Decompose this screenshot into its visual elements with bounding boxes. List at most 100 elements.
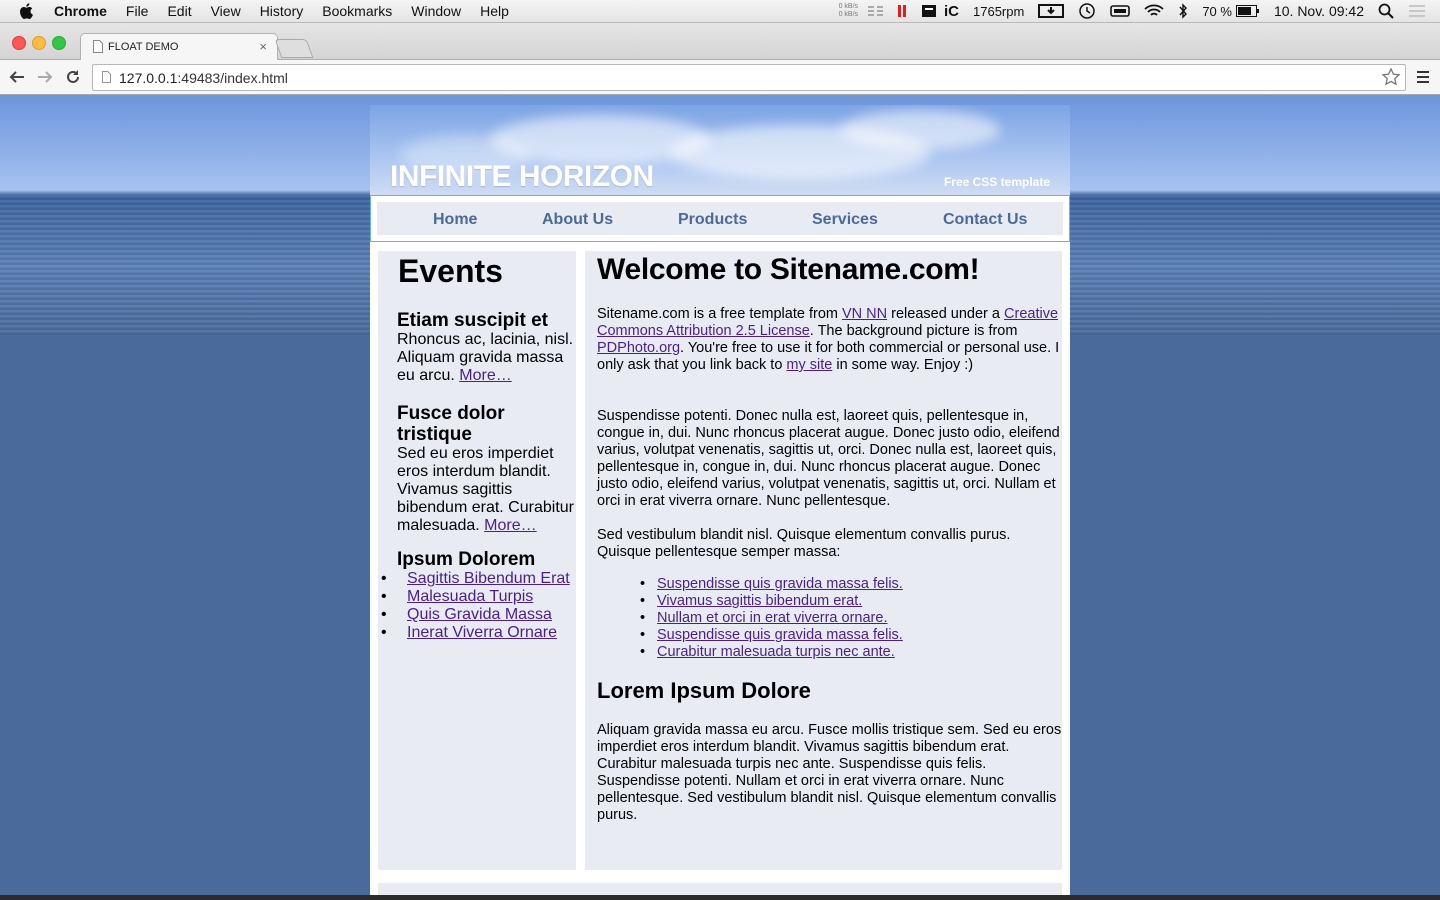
download-icon[interactable] xyxy=(1038,3,1065,19)
sidebar-link[interactable]: Malesuada Turpis xyxy=(407,588,533,605)
istat-icon[interactable]: iC xyxy=(922,3,959,20)
site-title: INFINITE HORIZON xyxy=(390,160,654,193)
sidebar-links: Sagittis Bibendum Erat Malesuada Turpis … xyxy=(381,570,577,642)
intro-paragraph: Sitename.com is a free template from VN … xyxy=(597,306,1062,374)
sidebar: Events Etiam suscipit et Rhoncus ac, lac… xyxy=(378,251,576,870)
list-item: Malesuada Turpis xyxy=(381,588,577,606)
list-item: Quis Gravida Massa xyxy=(381,606,577,624)
main-link-list: Suspendisse quis gravida massa felis. Vi… xyxy=(640,576,903,661)
window-bottom-edge xyxy=(0,895,1440,900)
status-area: 0 kB/s 0 kB/s iC 1765rpm 70 % 10. Nov. 0… xyxy=(839,0,1440,22)
menu-file[interactable]: File xyxy=(126,3,149,19)
menu-window[interactable]: Window xyxy=(411,3,461,19)
battery-percent[interactable]: 70 % xyxy=(1202,4,1232,19)
page-icon xyxy=(93,40,103,53)
more-link[interactable]: More… xyxy=(484,517,536,534)
menu-view[interactable]: View xyxy=(211,3,241,19)
content-link[interactable]: Curabitur malesuada turpis nec ante. xyxy=(657,644,895,660)
nav-home[interactable]: Home xyxy=(433,211,477,229)
sidebar-link[interactable]: Inerat Viverra Ornare xyxy=(407,624,557,641)
back-icon[interactable] xyxy=(7,67,27,87)
reload-icon[interactable] xyxy=(63,67,83,87)
chrome-menu-icon[interactable] xyxy=(1416,70,1430,84)
address-bar[interactable]: 127.0.0.1:49483/index.html xyxy=(92,64,1406,91)
notification-center-icon[interactable] xyxy=(1408,4,1426,18)
list-item: Vivamus sagittis bibendum erat. xyxy=(640,593,903,610)
net-up: 0 kB/s xyxy=(838,3,859,10)
url-path: :49483/index.html xyxy=(177,70,288,86)
sidebar-link-list: Ipsum Dolorem Sagittis Bibendum Erat Mal… xyxy=(381,549,577,642)
list-item: Suspendisse quis gravida massa felis. xyxy=(640,627,903,644)
sidebar-heading: Events xyxy=(398,253,503,289)
menu-app-chrome[interactable]: Chrome xyxy=(54,3,107,19)
body-paragraph: Aliquam gravida massa eu arcu. Fusce mol… xyxy=(597,722,1062,823)
event-text: Sed eu eros imperdiet eros interdum blan… xyxy=(397,445,577,535)
nav-products[interactable]: Products xyxy=(678,211,747,229)
site-tagline: Free CSS template xyxy=(943,175,1050,189)
page-container: INFINITE HORIZON Free CSS template Home … xyxy=(370,105,1070,900)
url-text[interactable]: 127.0.0.1:49483/index.html xyxy=(119,70,288,86)
fan-speed[interactable]: 1765rpm xyxy=(973,4,1024,19)
time-machine-icon[interactable] xyxy=(1078,2,1096,20)
text: Sitename.com is a free template from xyxy=(597,306,842,322)
content-link[interactable]: Vivamus sagittis bibendum erat. xyxy=(657,593,862,609)
sidebar-link[interactable]: Sagittis Bibendum Erat xyxy=(407,570,570,587)
bars-icon[interactable] xyxy=(868,4,884,18)
body-paragraph: Suspendisse potenti. Donec nulla est, la… xyxy=(597,408,1060,509)
event-title: Etiam suscipit et xyxy=(397,310,548,331)
body-paragraph: Sed vestibulum blandit nisl. Quisque ele… xyxy=(597,527,1011,560)
text: released under a xyxy=(887,306,1005,322)
menu-bookmarks[interactable]: Bookmarks xyxy=(322,3,392,19)
minimize-window-button[interactable] xyxy=(32,36,46,50)
spotlight-icon[interactable] xyxy=(1378,3,1394,19)
tab-close-icon[interactable]: × xyxy=(259,39,267,54)
cloud-decoration xyxy=(840,110,1000,150)
url-host: 127.0.0.1 xyxy=(119,70,178,86)
list-item: Nullam et orci in erat viverra ornare. xyxy=(640,610,903,627)
event-title: Fusce dolor tristique xyxy=(397,403,505,445)
forward-icon[interactable] xyxy=(35,67,55,87)
nav-about-us[interactable]: About Us xyxy=(542,211,613,229)
list-item: Inerat Viverra Ornare xyxy=(381,624,577,642)
nav-contact-us[interactable]: Contact Us xyxy=(943,211,1027,229)
menu-help[interactable]: Help xyxy=(480,3,509,19)
new-tab-button[interactable] xyxy=(274,39,314,58)
bluetooth-icon[interactable] xyxy=(1178,3,1188,19)
tab-float-demo[interactable]: FLOAT DEMO × xyxy=(80,33,278,61)
site-nav: Home About Us Products Services Contact … xyxy=(370,195,1070,242)
event-block: Etiam suscipit et Rhoncus ac, lacinia, n… xyxy=(397,310,577,385)
bookmark-star-icon[interactable] xyxy=(1381,67,1401,87)
zoom-window-button[interactable] xyxy=(52,36,66,50)
more-link[interactable]: More… xyxy=(459,367,511,384)
wifi-icon[interactable] xyxy=(1144,4,1164,18)
browser-toolbar: 127.0.0.1:49483/index.html xyxy=(0,60,1440,95)
page-icon xyxy=(102,71,111,83)
text: in some way. Enjoy :) xyxy=(832,357,974,373)
content-link[interactable]: Suspendisse quis gravida massa felis. xyxy=(657,627,903,643)
close-window-button[interactable] xyxy=(12,36,26,50)
network-speed[interactable]: 0 kB/s 0 kB/s xyxy=(839,3,858,19)
nav-services[interactable]: Services xyxy=(812,211,878,229)
memory-icon[interactable] xyxy=(1110,4,1131,18)
nav-inner: Home About Us Products Services Contact … xyxy=(377,202,1063,235)
clock[interactable]: 10. Nov. 09:42 xyxy=(1274,3,1364,19)
battery-icon[interactable] xyxy=(1235,5,1260,17)
apple-icon[interactable] xyxy=(20,3,36,19)
event-text: Rhoncus ac, lacinia, nisl. Aliquam gravi… xyxy=(397,331,577,385)
content-link[interactable]: Suspendisse quis gravida massa felis. xyxy=(657,576,903,592)
page-viewport: INFINITE HORIZON Free CSS template Home … xyxy=(0,95,1440,900)
cpu-monitor-icon[interactable] xyxy=(898,4,908,18)
text: . The background picture is from xyxy=(809,323,1018,339)
list-title: Ipsum Dolorem xyxy=(397,549,536,570)
menu-edit[interactable]: Edit xyxy=(167,3,191,19)
my-site-link[interactable]: my site xyxy=(786,357,832,373)
sidebar-link[interactable]: Quis Gravida Massa xyxy=(407,606,552,623)
event-block: Fusce dolor tristique Sed eu eros imperd… xyxy=(397,403,577,535)
menu-bar: Chrome File Edit View History Bookmarks … xyxy=(0,0,1440,23)
vn-nn-link[interactable]: VN NN xyxy=(842,306,887,322)
net-down: 0 kB/s xyxy=(838,11,859,18)
tab-title: FLOAT DEMO xyxy=(108,41,179,53)
pdphoto-link[interactable]: PDPhoto.org xyxy=(597,340,680,356)
menu-history[interactable]: History xyxy=(260,3,304,19)
content-link[interactable]: Nullam et orci in erat viverra ornare. xyxy=(657,610,887,626)
